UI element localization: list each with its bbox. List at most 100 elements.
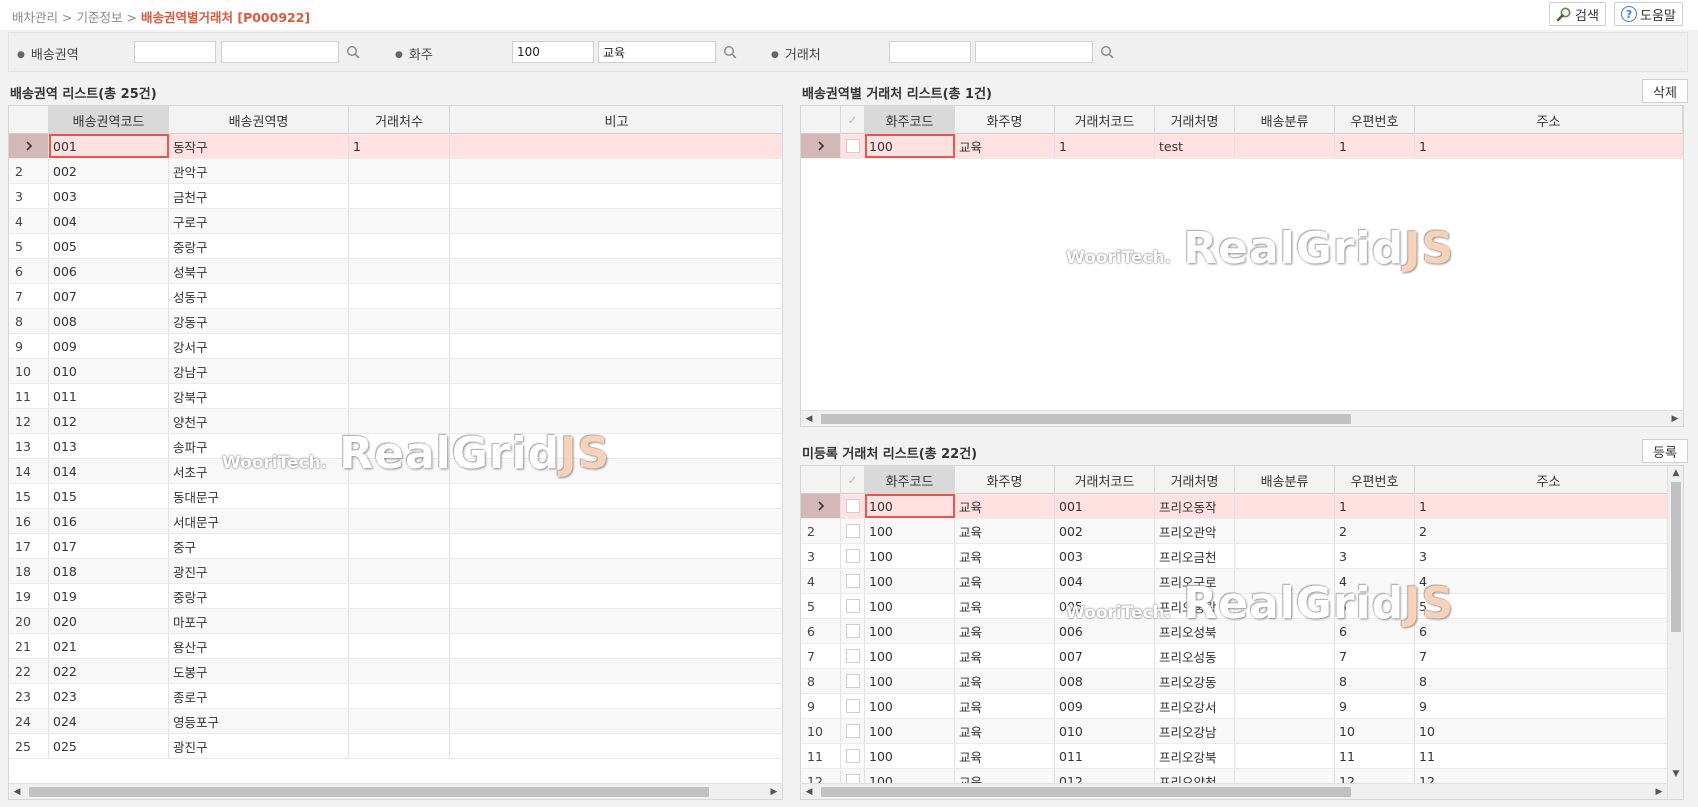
table-cell[interactable]: 005 xyxy=(1055,594,1155,618)
table-cell[interactable] xyxy=(450,384,782,408)
table-cell[interactable] xyxy=(450,634,782,658)
unregistered-customer-grid[interactable]: ✓ 화주코드 화주명 거래처코드 거래처명 배송분류 우편번호 주소 100 교육 001 프리오동작… xyxy=(800,465,1684,800)
table-cell[interactable] xyxy=(450,484,782,508)
table-cell[interactable]: 강서구 xyxy=(169,334,349,358)
column-header[interactable]: 거래처코드 xyxy=(1055,106,1155,134)
table-row[interactable]: 4 004 구로구 xyxy=(9,209,782,234)
table-row[interactable]: 12 012 양천구 xyxy=(9,409,782,434)
table-cell[interactable]: 성북구 xyxy=(169,259,349,283)
search-button[interactable]: 검색 xyxy=(1549,2,1606,26)
table-row[interactable]: 2 100 교육 002 프리오관악 2 2 xyxy=(801,519,1683,544)
column-header[interactable]: 우편번호 xyxy=(1335,106,1415,134)
table-cell[interactable] xyxy=(349,209,450,233)
table-row[interactable]: 7 007 성동구 xyxy=(9,284,782,309)
table-cell[interactable] xyxy=(349,159,450,183)
table-cell[interactable] xyxy=(1235,744,1335,768)
table-row[interactable]: 25 025 광진구 xyxy=(9,734,782,759)
table-cell[interactable]: 중구 xyxy=(169,534,349,558)
table-cell[interactable]: 100 xyxy=(865,694,955,718)
table-cell[interactable] xyxy=(450,609,782,633)
row-checkbox[interactable] xyxy=(841,134,865,158)
table-cell[interactable]: 2 xyxy=(1335,519,1415,543)
table-cell[interactable]: 프리오동작 xyxy=(1155,494,1235,518)
table-cell[interactable]: 금천구 xyxy=(169,184,349,208)
table-cell[interactable] xyxy=(349,609,450,633)
table-cell[interactable] xyxy=(450,509,782,533)
owner-code-input[interactable] xyxy=(512,41,594,63)
column-header[interactable]: 화주명 xyxy=(955,466,1055,494)
table-cell[interactable]: 서초구 xyxy=(169,459,349,483)
table-cell[interactable] xyxy=(349,434,450,458)
table-row[interactable]: 19 019 중랑구 xyxy=(9,584,782,609)
table-cell[interactable]: 9 xyxy=(1415,694,1683,718)
table-cell[interactable]: 005 xyxy=(49,234,169,258)
table-cell[interactable]: 2 xyxy=(1415,519,1683,543)
table-cell[interactable] xyxy=(349,484,450,508)
table-cell[interactable]: 1 xyxy=(1335,134,1415,158)
table-cell[interactable]: 016 xyxy=(49,509,169,533)
horizontal-scrollbar[interactable]: ◀ ▶ xyxy=(9,783,782,799)
table-cell[interactable] xyxy=(349,584,450,608)
column-header[interactable]: 비고 xyxy=(450,106,782,134)
table-cell[interactable]: 교육 xyxy=(955,719,1055,743)
table-cell[interactable]: 11 xyxy=(1415,744,1683,768)
table-cell[interactable]: 관악구 xyxy=(169,159,349,183)
table-cell[interactable]: 1 xyxy=(1055,134,1155,158)
table-cell[interactable]: 100 xyxy=(865,569,955,593)
column-header[interactable]: 거래처명 xyxy=(1155,106,1235,134)
table-row[interactable]: 4 100 교육 004 프리오구로 4 4 xyxy=(801,569,1683,594)
table-cell[interactable]: 002 xyxy=(1055,519,1155,543)
table-cell[interactable]: 4 xyxy=(1415,569,1683,593)
table-cell[interactable]: 10 xyxy=(1335,719,1415,743)
row-checkbox[interactable] xyxy=(841,669,865,693)
table-cell[interactable]: 004 xyxy=(1055,569,1155,593)
table-row[interactable]: 001 동작구 1 xyxy=(9,134,782,159)
table-cell[interactable]: 프리오강남 xyxy=(1155,719,1235,743)
table-cell[interactable]: 010 xyxy=(1055,719,1155,743)
table-cell[interactable]: 010 xyxy=(49,359,169,383)
table-cell[interactable]: 1 xyxy=(1415,134,1683,158)
table-row[interactable]: 13 013 송파구 xyxy=(9,434,782,459)
table-cell[interactable]: 4 xyxy=(1335,569,1415,593)
table-cell[interactable]: 001 xyxy=(49,134,169,158)
column-header[interactable]: 주소 xyxy=(1415,466,1683,494)
table-cell[interactable] xyxy=(450,734,782,758)
table-row[interactable]: 18 018 광진구 xyxy=(9,559,782,584)
table-cell[interactable] xyxy=(450,284,782,308)
table-cell[interactable]: 도봉구 xyxy=(169,659,349,683)
table-cell[interactable]: 10 xyxy=(1415,719,1683,743)
table-cell[interactable] xyxy=(1235,719,1335,743)
table-cell[interactable]: 003 xyxy=(1055,544,1155,568)
table-cell[interactable]: 프리오구로 xyxy=(1155,569,1235,593)
table-cell[interactable]: 송파구 xyxy=(169,434,349,458)
table-cell[interactable] xyxy=(450,209,782,233)
table-cell[interactable]: 001 xyxy=(1055,494,1155,518)
column-header[interactable]: 화주명 xyxy=(955,106,1055,134)
table-cell[interactable] xyxy=(1235,494,1335,518)
column-header[interactable]: 거래처명 xyxy=(1155,466,1235,494)
customer-name-input[interactable] xyxy=(975,41,1093,63)
row-checkbox[interactable] xyxy=(841,644,865,668)
table-cell[interactable]: 007 xyxy=(1055,644,1155,668)
area-list-grid[interactable]: 배송권역코드 배송권역명 거래처수 비고 001 동작구 1 2 002 관악구 3 003 금천구 4 0… xyxy=(8,105,783,800)
owner-lookup-button[interactable] xyxy=(720,42,740,62)
table-cell[interactable] xyxy=(1235,519,1335,543)
table-row[interactable]: 10 010 강남구 xyxy=(9,359,782,384)
table-cell[interactable]: 009 xyxy=(1055,694,1155,718)
table-cell[interactable] xyxy=(349,184,450,208)
table-cell[interactable] xyxy=(349,409,450,433)
table-cell[interactable]: 프리오중랑 xyxy=(1155,594,1235,618)
table-cell[interactable]: 002 xyxy=(49,159,169,183)
table-cell[interactable]: 8 xyxy=(1415,669,1683,693)
table-cell[interactable] xyxy=(349,559,450,583)
table-row[interactable]: 20 020 마포구 xyxy=(9,609,782,634)
horizontal-scrollbar[interactable]: ◀ ▶ xyxy=(801,783,1667,799)
table-cell[interactable]: 7 xyxy=(1335,644,1415,668)
table-cell[interactable]: 015 xyxy=(49,484,169,508)
table-cell[interactable]: 004 xyxy=(49,209,169,233)
table-cell[interactable]: 프리오강서 xyxy=(1155,694,1235,718)
table-cell[interactable] xyxy=(450,584,782,608)
table-row[interactable]: 9 100 교육 009 프리오강서 9 9 xyxy=(801,694,1683,719)
table-row[interactable]: 7 100 교육 007 프리오성동 7 7 xyxy=(801,644,1683,669)
table-cell[interactable]: 100 xyxy=(865,669,955,693)
